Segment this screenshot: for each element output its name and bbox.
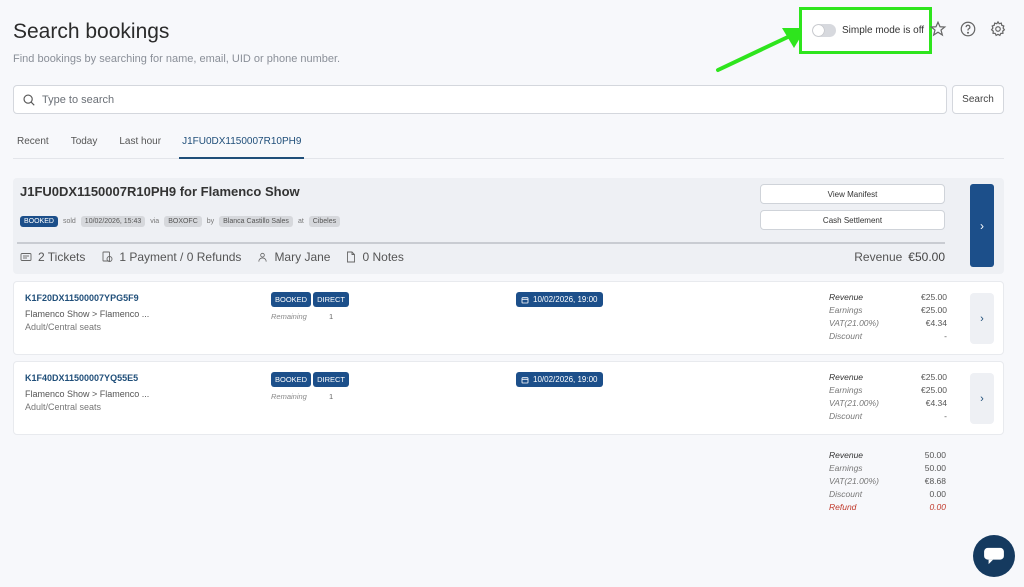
ticket-seat: Adult/Central seats — [25, 402, 102, 412]
ticket-expand-button[interactable]: › — [970, 293, 994, 344]
ticket-row: K1F20DX11500007YPG5F9 Flamenco Show > Fl… — [13, 281, 1004, 355]
view-manifest-button[interactable]: View Manifest — [760, 184, 945, 204]
chat-icon — [984, 547, 1004, 565]
ticket-row: K1F40DX11500007YQ55E5 Flamenco Show > Fl… — [13, 361, 1004, 435]
sold-date: 10/02/2026, 15:43 — [80, 216, 146, 227]
booked-badge: BOOKED — [271, 372, 312, 387]
search-input[interactable] — [42, 93, 922, 106]
search-button[interactable]: Search — [952, 85, 1004, 114]
calendar-icon — [521, 376, 529, 383]
location-chip: Cibeles — [308, 216, 341, 227]
ticket-icon — [20, 253, 32, 261]
ticket-financials: Revenue €25.00 Earnings €25.00 VAT(21.00%)… — [829, 372, 947, 421]
gear-icon[interactable] — [989, 20, 1007, 38]
ticket-financials: Revenue €25.00 Earnings €25.00 VAT(21.00%)… — [829, 292, 947, 341]
customer-name[interactable]: Mary Jane — [257, 250, 330, 264]
divider — [17, 242, 945, 244]
search-icon — [23, 93, 35, 106]
annotation-arrow — [716, 28, 806, 72]
tab-last-hour[interactable]: Last hour — [115, 130, 165, 159]
date-badge: 10/02/2026, 19:00 — [516, 292, 603, 307]
order-panel: J1FU0DX1150007R10PH9 for Flamenco Show B… — [13, 178, 1004, 274]
order-revenue: Revenue €50.00 — [854, 250, 945, 264]
at-label: at — [297, 218, 304, 225]
chevron-right-icon: › — [980, 392, 984, 405]
tabs: Recent Today Last hour J1FU0DX1150007R10… — [13, 130, 1004, 159]
order-title: J1FU0DX1150007R10PH9 for Flamenco Show — [20, 184, 300, 199]
sold-label: sold — [62, 218, 76, 225]
ticket-id[interactable]: K1F20DX11500007YPG5F9 — [25, 293, 139, 303]
user-icon — [258, 252, 268, 262]
note-icon — [347, 251, 356, 263]
direct-badge: DIRECT — [313, 292, 350, 307]
chevron-right-icon: › — [980, 312, 984, 325]
chevron-right-icon: › — [980, 218, 984, 233]
cash-settlement-button[interactable]: Cash Settlement — [760, 210, 945, 230]
tab-today[interactable]: Today — [67, 130, 102, 159]
remaining-label: Remaining — [271, 312, 307, 321]
simple-mode-label: Simple mode is off — [842, 25, 925, 36]
ticket-event: Flamenco Show > Flamenco ... — [25, 309, 150, 319]
search-box[interactable] — [13, 85, 947, 114]
order-summary: 2 Tickets 1 Payment / 0 Refunds Mary Jan… — [20, 250, 420, 264]
notes-count[interactable]: 0 Notes — [346, 250, 404, 264]
star-icon[interactable] — [929, 20, 947, 38]
simple-mode-highlight: Simple mode is off — [799, 7, 932, 54]
remaining-label: Remaining — [271, 392, 307, 401]
tab-order[interactable]: J1FU0DX1150007R10PH9 — [179, 130, 305, 159]
ticket-event: Flamenco Show > Flamenco ... — [25, 389, 150, 399]
payments-count[interactable]: 1 Payment / 0 Refunds — [101, 250, 241, 264]
channel-chip: BOXOFC — [164, 216, 202, 227]
order-meta: BOOKED sold 10/02/2026, 15:43 via BOXOFC… — [20, 216, 345, 227]
remaining-value: 1 — [329, 392, 334, 401]
ticket-expand-button[interactable]: › — [970, 373, 994, 424]
seller-chip: Blanca Castillo Sales — [219, 216, 293, 227]
simple-mode-toggle[interactable] — [812, 24, 836, 37]
direct-badge: DIRECT — [313, 372, 350, 387]
status-badge: BOOKED — [20, 216, 58, 227]
ticket-id[interactable]: K1F40DX11500007YQ55E5 — [25, 373, 138, 383]
page-title: Search bookings — [13, 20, 170, 43]
order-expand-button[interactable]: › — [970, 184, 994, 267]
payment-icon — [102, 251, 113, 262]
calendar-icon — [521, 296, 529, 303]
remaining-value: 1 — [329, 312, 334, 321]
via-label: via — [150, 218, 160, 225]
by-label: by — [206, 218, 215, 225]
ticket-seat: Adult/Central seats — [25, 322, 102, 332]
chat-button[interactable] — [973, 535, 1015, 577]
page-subtitle: Find bookings by searching for name, ema… — [13, 53, 341, 65]
help-icon[interactable] — [959, 20, 977, 38]
tab-recent[interactable]: Recent — [13, 130, 53, 159]
booked-badge: BOOKED — [271, 292, 312, 307]
date-badge: 10/02/2026, 19:00 — [516, 372, 603, 387]
tickets-count[interactable]: 2 Tickets — [20, 250, 85, 264]
order-totals: Revenue 50.00 Earnings 50.00 VAT(21.00%) €8… — [829, 450, 946, 512]
